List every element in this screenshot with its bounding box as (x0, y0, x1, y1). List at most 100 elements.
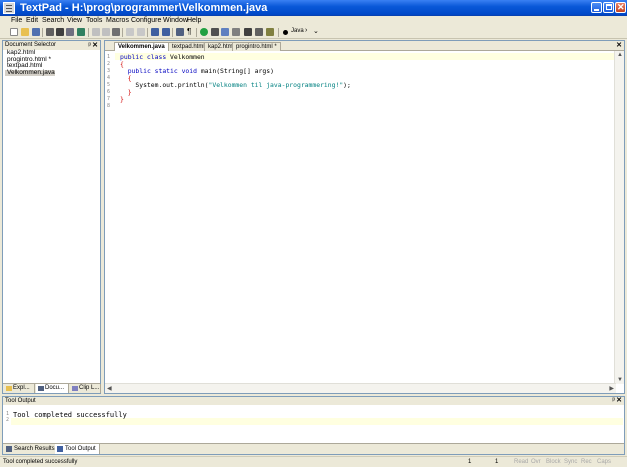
horizontal-scrollbar[interactable]: ◀ ▶ (105, 383, 616, 393)
toolbar: ¶ Java › ⌄ (0, 26, 627, 39)
scroll-up-icon[interactable]: ▲ (617, 52, 623, 58)
line-number: 4 (107, 75, 111, 81)
web-browser-icon[interactable] (200, 28, 208, 36)
tool-output-pane: Tool Output ᵖ ✕ 12 Tool completed succes… (2, 396, 625, 455)
output-tabs: Search Results Tool Output (3, 443, 624, 454)
java-tool-label[interactable]: Java (291, 28, 304, 34)
tab-velkommen-java[interactable]: Velkommen.java (114, 42, 169, 51)
status-column: 1 (495, 459, 499, 465)
minimize-button[interactable] (591, 2, 602, 13)
document-selector-pane: Document Selector ᵖ ✕ kap2.html progintr… (2, 40, 101, 394)
tab-documents[interactable]: Docu... (36, 384, 69, 393)
status-message: Tool completed successfully (3, 459, 78, 465)
tab-search-results[interactable]: Search Results (4, 444, 59, 454)
tab-clip-library[interactable]: Clip L... (70, 384, 101, 393)
pin-icon[interactable]: ᵖ (612, 397, 615, 405)
output-line-highlight (11, 418, 623, 425)
paste-icon[interactable] (112, 28, 120, 36)
minimize-icon (594, 9, 599, 11)
tab-explorer[interactable]: Expl... (4, 384, 35, 393)
menu-configure[interactable]: Configure (131, 16, 161, 26)
close-pane-icon[interactable]: ✕ (616, 397, 622, 405)
record-macro-icon[interactable] (255, 28, 263, 36)
undo-icon[interactable] (126, 28, 134, 36)
close-button[interactable]: ✕ (615, 2, 626, 13)
status-line: 1 (468, 459, 472, 465)
print-icon[interactable] (56, 28, 64, 36)
tab-tool-output[interactable]: Tool Output (55, 444, 100, 454)
close-icon: ✕ (617, 2, 625, 12)
code-text: ); (343, 81, 351, 89)
close-pane-icon[interactable]: ✕ (92, 41, 98, 50)
menu-tools[interactable]: Tools (86, 16, 102, 26)
tab-progintro-html[interactable]: progintro.html * (232, 42, 281, 51)
find-icon[interactable] (221, 28, 229, 36)
code-text: System.out.println( (120, 81, 209, 89)
document-item-selected[interactable]: Velkommen.java (5, 69, 55, 77)
tab-clip-library-label: Clip L... (79, 385, 100, 391)
documents-icon (38, 386, 44, 391)
code-keyword: public class (120, 53, 167, 61)
code-line[interactable]: } (120, 96, 124, 103)
title-bar: TextPad - H:\prog\programmer\Velkommen.j… (0, 0, 627, 16)
tool-output-text[interactable]: Tool completed successfully (13, 411, 127, 419)
open-folder-icon[interactable] (21, 28, 29, 36)
save-all-icon[interactable] (46, 28, 54, 36)
scroll-down-icon[interactable]: ▼ (617, 377, 623, 383)
print-preview-icon[interactable] (66, 28, 74, 36)
menu-bar: File Edit Search View Tools Macros Confi… (0, 16, 627, 26)
document-selector-title: Document Selector (5, 42, 57, 48)
run-macro-icon[interactable] (266, 28, 274, 36)
status-sync: Sync (564, 459, 578, 465)
tool-output-header: Tool Output ᵖ ✕ (3, 397, 624, 405)
line-number: 1 (107, 54, 111, 60)
tab-documents-label: Docu... (45, 385, 65, 391)
menu-edit[interactable]: Edit (26, 16, 38, 26)
menu-macros[interactable]: Macros (106, 16, 129, 26)
outdent-icon[interactable] (162, 28, 170, 36)
menu-file[interactable]: File (11, 16, 22, 26)
status-record: Rec (581, 459, 592, 465)
scroll-left-icon[interactable]: ◀ (107, 385, 112, 392)
code-keyword: public static void (127, 67, 197, 75)
menu-search[interactable]: Search (42, 16, 64, 26)
tool-arrow-icon[interactable]: › (305, 27, 307, 34)
menu-help[interactable]: Help (187, 16, 201, 26)
vertical-scrollbar[interactable]: ▲ ▼ (614, 51, 624, 384)
line-number: 7 (107, 96, 111, 102)
editor-pane: Velkommen.java textpad.html kap2.html pr… (104, 40, 625, 394)
status-read: Read (514, 459, 529, 465)
word-wrap-icon[interactable] (176, 28, 184, 36)
scroll-right-icon[interactable]: ▶ (609, 385, 614, 392)
search-results-icon (6, 446, 12, 452)
document-tabs: Velkommen.java textpad.html kap2.html pr… (105, 41, 624, 51)
maximize-button[interactable] (603, 2, 614, 13)
toolbar-overflow-icon[interactable]: ⌄ (313, 27, 319, 35)
code-line[interactable]: public class Velkommen (120, 54, 205, 61)
spelling-icon[interactable] (77, 28, 85, 36)
pilcrow-icon[interactable]: ¶ (187, 28, 195, 36)
tool-output-title: Tool Output (5, 398, 36, 404)
copy-icon[interactable] (102, 28, 110, 36)
pin-icon[interactable]: ᵖ (88, 41, 91, 50)
close-document-icon[interactable]: ✕ (616, 41, 622, 49)
textpad-app-icon[interactable] (3, 2, 15, 14)
save-icon[interactable] (32, 28, 40, 36)
window-title: TextPad - H:\prog\programmer\Velkommen.j… (20, 2, 268, 14)
redo-icon[interactable] (137, 28, 145, 36)
cut-icon[interactable] (92, 28, 100, 36)
selector-tabs: Expl... Docu... Clip L... (3, 383, 101, 393)
code-line[interactable]: System.out.println("Velkommen til java-p… (120, 82, 351, 89)
maximize-icon (606, 4, 612, 10)
find-in-files-icon[interactable] (244, 28, 252, 36)
replace-icon[interactable] (232, 28, 240, 36)
menu-view[interactable]: View (67, 16, 82, 26)
bullet-icon[interactable] (283, 30, 288, 35)
tab-textpad-html[interactable]: textpad.html (168, 42, 209, 51)
code-line[interactable]: public static void main(String[] args) (120, 68, 274, 75)
output-gutter: 12 (6, 411, 10, 423)
menu-window[interactable]: Window (163, 16, 188, 26)
filter-icon[interactable] (211, 28, 219, 36)
new-file-icon[interactable] (10, 28, 18, 36)
indent-icon[interactable] (151, 28, 159, 36)
